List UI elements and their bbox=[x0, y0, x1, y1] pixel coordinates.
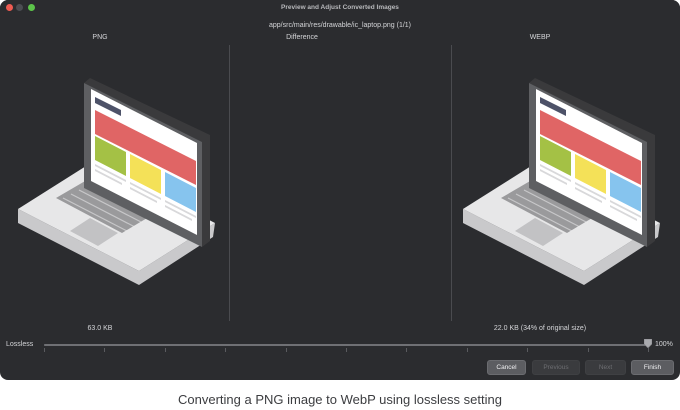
column-divider bbox=[451, 45, 452, 321]
slider-tick bbox=[225, 348, 227, 352]
webp-column-header: WEBP bbox=[529, 34, 551, 41]
image-path: app/src/main/res/drawable/ic_laptop.png … bbox=[268, 22, 412, 29]
screenshot-caption: Converting a PNG image to WebP using los… bbox=[178, 392, 502, 407]
previous-button[interactable]: Previous bbox=[532, 360, 580, 375]
title-bar: Preview and Adjust Converted Images bbox=[0, 0, 680, 18]
slider-tick bbox=[406, 348, 408, 352]
webp-file-size: 22.0 KB (34% of original size) bbox=[493, 325, 587, 332]
webp-preview-image bbox=[463, 78, 660, 285]
cancel-button[interactable]: Cancel bbox=[487, 360, 526, 375]
finish-button[interactable]: Finish bbox=[631, 360, 674, 375]
slider-tick bbox=[164, 348, 166, 352]
quality-slider-track[interactable] bbox=[44, 344, 648, 346]
slider-tick bbox=[104, 348, 106, 352]
quality-value-label: 100% bbox=[655, 341, 673, 348]
slider-tick bbox=[44, 348, 45, 352]
window-title: Preview and Adjust Converted Images bbox=[281, 4, 399, 11]
slider-tick bbox=[285, 348, 287, 352]
png-preview-image bbox=[18, 78, 215, 285]
quality-slider-thumb[interactable] bbox=[644, 339, 652, 348]
slider-tick bbox=[466, 348, 468, 352]
column-divider bbox=[229, 45, 230, 321]
next-button[interactable]: Next bbox=[585, 360, 626, 375]
png-file-size: 63.0 KB bbox=[87, 325, 113, 332]
laptop-illustration bbox=[463, 78, 660, 285]
slider-tick bbox=[587, 348, 589, 352]
slider-tick bbox=[346, 348, 347, 352]
slider-tick bbox=[527, 348, 529, 352]
slider-tick bbox=[648, 348, 649, 352]
png-column-header: PNG bbox=[92, 34, 108, 41]
laptop-illustration bbox=[18, 78, 215, 285]
quality-label: Lossless bbox=[6, 341, 34, 348]
convert-dialog-window: Preview and Adjust Converted Images app/… bbox=[0, 0, 680, 380]
quality-slider-fill bbox=[44, 344, 648, 346]
difference-column-header: Difference bbox=[286, 34, 318, 41]
